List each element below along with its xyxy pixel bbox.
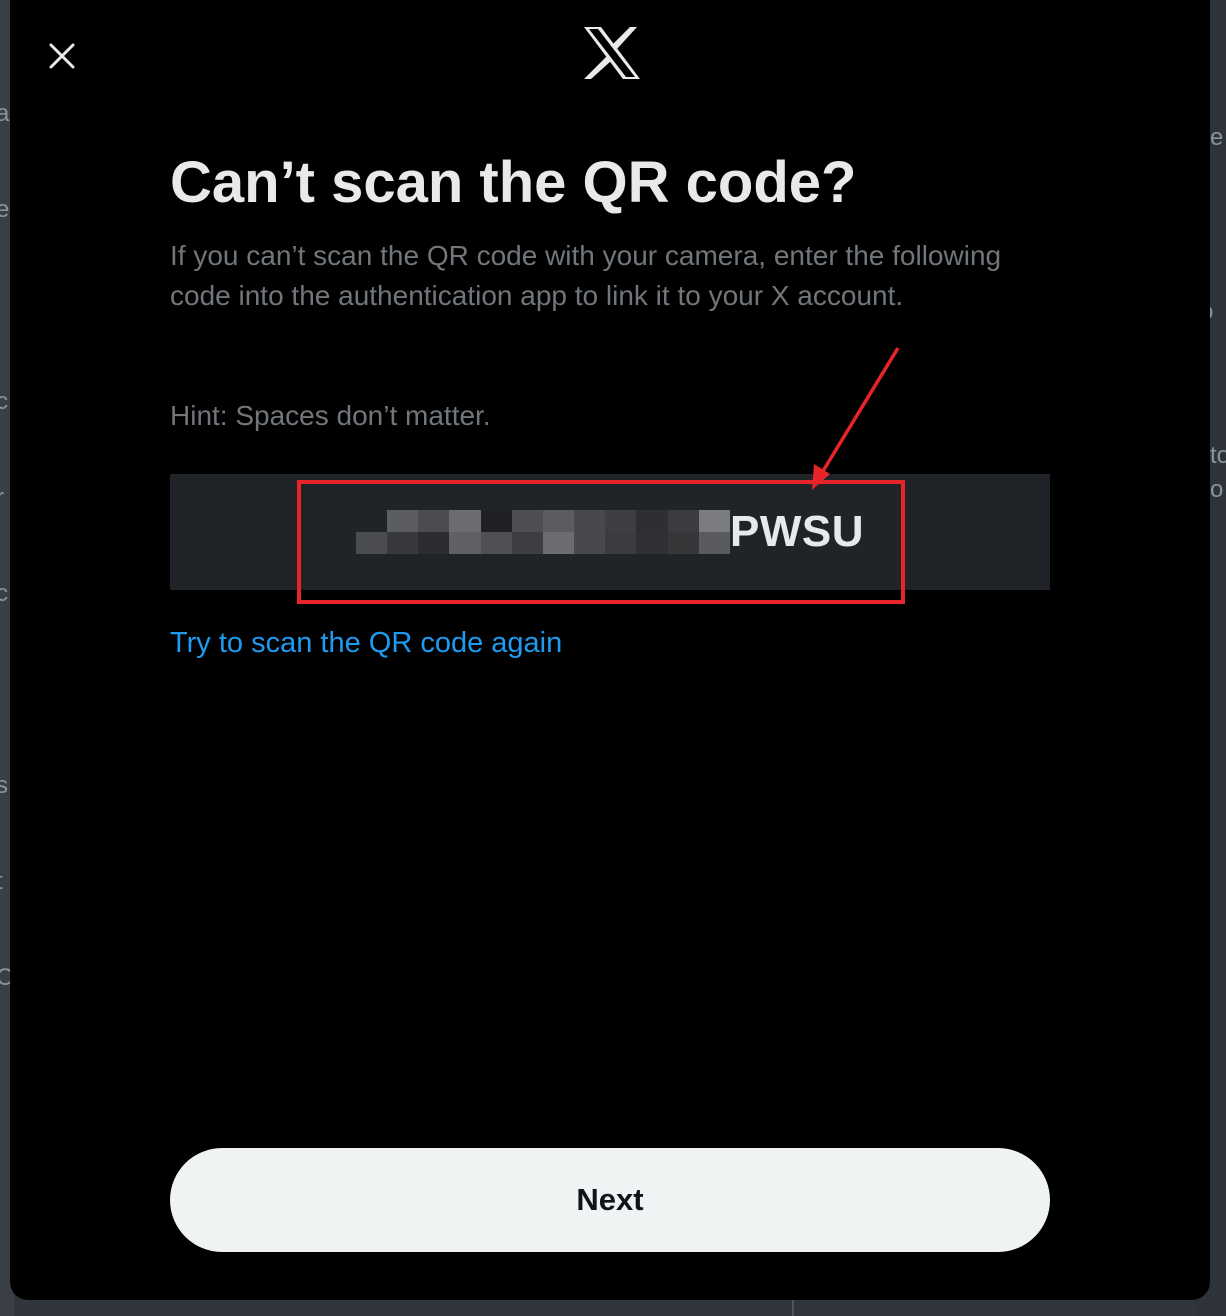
background-text-fragment: i [0,294,1,318]
background-text-fragment: t [0,870,3,894]
background-text-fragment: s [0,772,8,799]
next-button[interactable]: Next [170,1148,1050,1252]
background-text-fragment: e [1210,124,1224,151]
setup-code-suffix: PWSU [730,507,864,556]
close-button[interactable] [40,34,84,78]
background-text-fragment: i [0,678,1,702]
background-text-fragment: a [0,100,10,127]
hint-text: Hint: Spaces don’t matter. [170,400,491,431]
authenticator-setup-dialog: Can’t scan the QR code? If you can’t sca… [10,0,1210,1300]
try-scan-again-link[interactable]: Try to scan the QR code again [170,624,562,662]
background-text-fragment: e [0,196,10,223]
background-text-fragment: c [0,388,8,415]
background-text-fragment: o [1210,476,1224,503]
dialog-title: Can’t scan the QR code? [170,150,857,215]
x-logo-icon [584,27,640,79]
background-text-fragment: c [0,580,8,607]
dialog-description: If you can’t scan the QR code with your … [170,240,1002,311]
background-text-fragment: to [1210,442,1226,469]
background-text-fragment: r [0,486,4,510]
close-icon [49,43,75,69]
annotation-arrow-icon [812,347,900,490]
redacted-code-mosaic [356,510,730,554]
setup-code-box: PWSU [170,474,1050,604]
